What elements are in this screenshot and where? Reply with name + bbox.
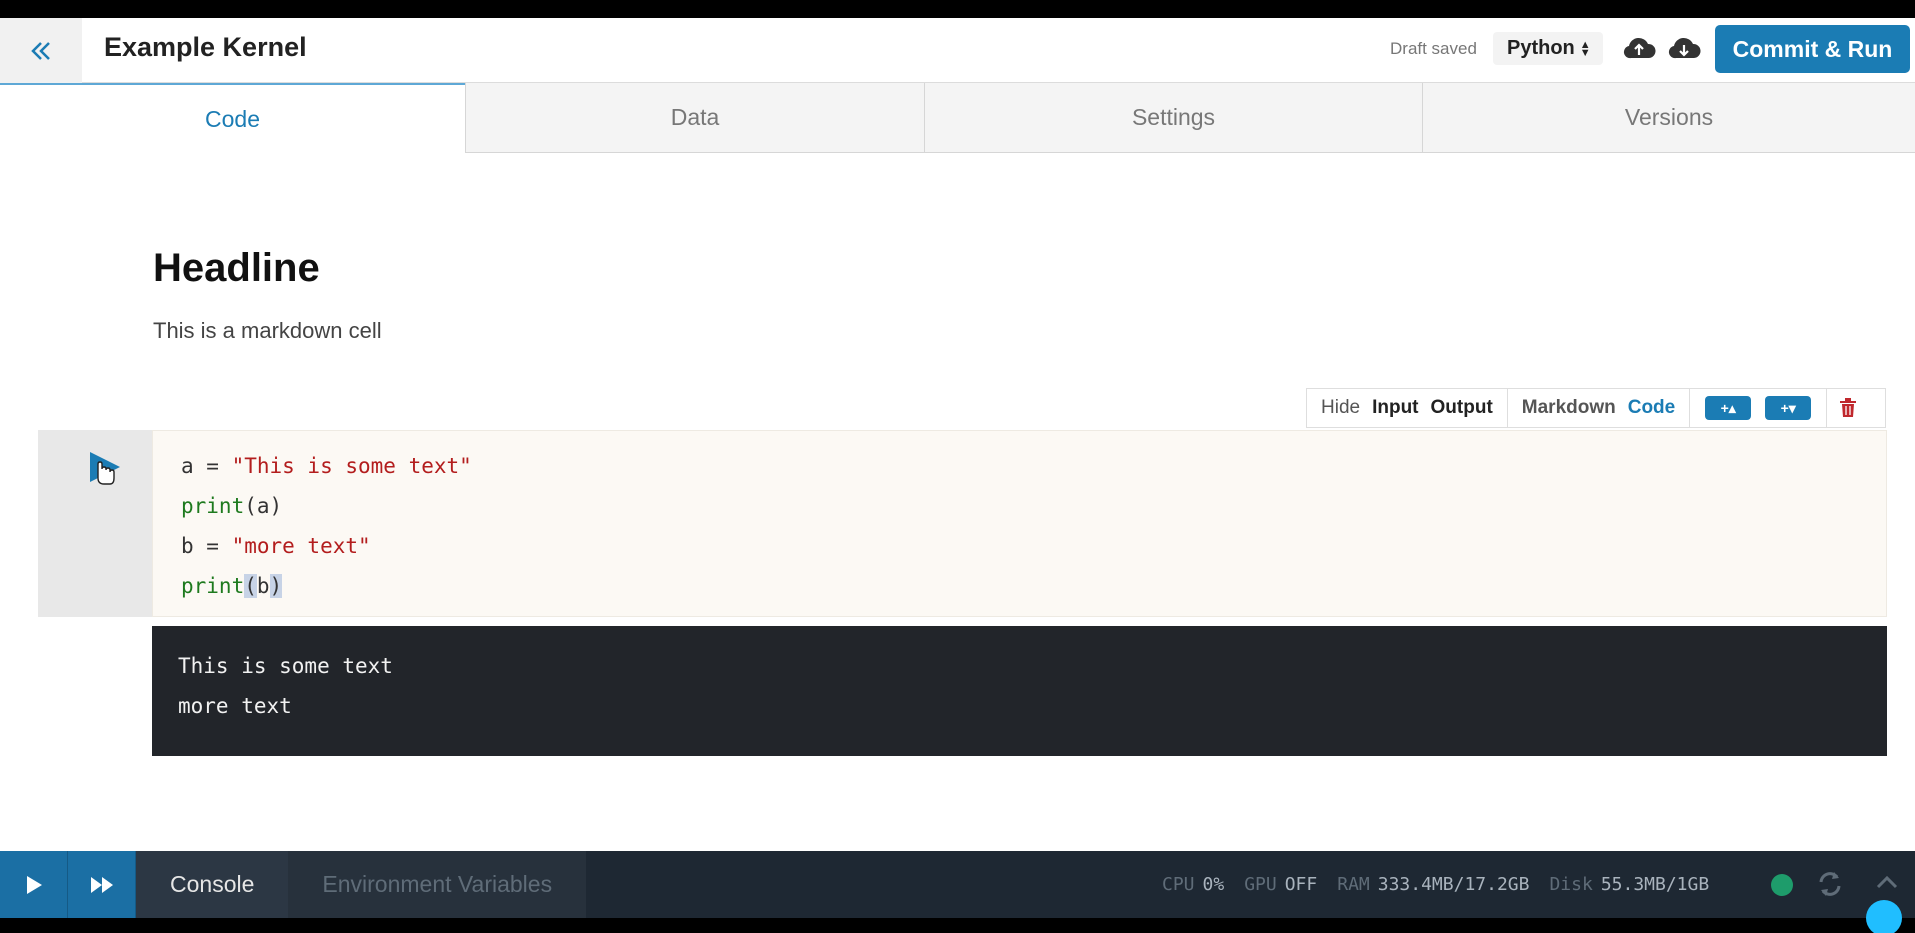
code-line: a = "This is some text"	[181, 446, 1886, 486]
code-string: "This is some text"	[231, 454, 472, 478]
gpu-label: GPU	[1244, 874, 1277, 895]
upload-button[interactable]	[1622, 32, 1656, 62]
markdown-body: This is a markdown cell	[153, 318, 382, 343]
toolbar-divider	[1689, 388, 1691, 428]
sort-arrows-icon: ▲ ▼	[1579, 38, 1591, 59]
restart-session-button[interactable]	[1817, 870, 1843, 903]
tab-code[interactable]: Code	[0, 83, 465, 153]
cell-toolbar: Hide Input Output Markdown Code +▴ +▾	[1306, 388, 1886, 428]
code-token: b	[256, 574, 270, 598]
hide-label: Hide	[1321, 397, 1361, 418]
tab-data[interactable]: Data	[465, 83, 924, 153]
screen-top-border	[0, 0, 1915, 18]
draft-status: Draft saved	[1390, 39, 1477, 58]
session-status-indicator	[1771, 874, 1793, 896]
output-line: more text	[178, 694, 292, 718]
header: Example Kernel Draft saved Python ▲ ▼ Com…	[0, 18, 1915, 83]
download-button[interactable]	[1667, 32, 1701, 62]
cloud-upload-icon	[1623, 37, 1656, 59]
hide-output-button[interactable]: Output	[1425, 397, 1499, 419]
run-cell-button[interactable]	[88, 450, 122, 493]
markdown-headline: Headline	[153, 246, 320, 290]
environment-variables-tab[interactable]: Environment Variables	[288, 851, 587, 918]
tab-versions[interactable]: Versions	[1422, 83, 1915, 153]
code-token: (a)	[244, 494, 283, 518]
editor-tabs: Code Data Settings Versions	[0, 83, 1915, 153]
double-chevron-left-icon	[31, 41, 50, 60]
code-type-button[interactable]: Code	[1622, 397, 1682, 419]
delete-cell-button[interactable]	[1839, 398, 1857, 418]
toolbar-divider	[1826, 388, 1828, 428]
console-tab[interactable]: Console	[136, 851, 289, 918]
code-builtin: print	[181, 574, 245, 598]
language-select[interactable]: Python ▲ ▼	[1493, 32, 1603, 65]
chevron-up-icon	[1876, 875, 1898, 889]
ram-label: RAM	[1337, 874, 1370, 895]
bracket-match: (	[244, 574, 257, 598]
ram-value: 333.4MB/17.2GB	[1377, 874, 1530, 895]
code-line: b = "more text"	[181, 526, 1886, 566]
language-label: Python	[1507, 37, 1575, 59]
run-all-button[interactable]	[68, 851, 136, 918]
code-string: "more text"	[231, 534, 371, 558]
kernel-editor: Example Kernel Draft saved Python ▲ ▼ Com…	[0, 18, 1915, 918]
code-editor[interactable]: a = "This is some text" print(a) b = "mo…	[152, 430, 1887, 617]
disk-label: Disk	[1549, 874, 1593, 895]
output-line: This is some text	[178, 654, 393, 678]
bottom-bar: Console Environment Variables CPU 0% GPU…	[0, 851, 1915, 918]
screen-bottom-border	[0, 918, 1915, 933]
add-cell-above-button[interactable]: +▴	[1705, 396, 1752, 420]
collapse-back-button[interactable]	[0, 18, 82, 83]
code-line: print(a)	[181, 486, 1886, 526]
trash-icon	[1840, 398, 1857, 417]
code-line: print(b)	[181, 566, 1886, 606]
code-token: a =	[181, 454, 232, 478]
code-token: b =	[181, 534, 232, 558]
kaggle-logo-icon	[1866, 900, 1902, 933]
cpu-label: CPU	[1162, 874, 1195, 895]
run-button[interactable]	[0, 851, 68, 918]
cpu-value: 0%	[1202, 874, 1225, 895]
play-icon	[26, 875, 42, 894]
resource-stats: CPU 0% GPU OFF RAM 333.4MB/17.2GB Disk 5…	[1162, 851, 1729, 918]
refresh-icon	[1819, 872, 1841, 896]
expand-panel-button[interactable]	[1875, 873, 1899, 896]
disk-value: 55.3MB/1GB	[1600, 874, 1710, 895]
cell-output: This is some text more text	[152, 626, 1887, 756]
code-builtin: print	[181, 494, 245, 518]
bracket-match: )	[269, 574, 283, 598]
play-icon	[90, 452, 120, 485]
tab-settings[interactable]: Settings	[924, 83, 1422, 153]
toolbar-divider	[1506, 388, 1508, 428]
commit-run-button[interactable]: Commit & Run	[1715, 25, 1910, 73]
add-cell-below-button[interactable]: +▾	[1765, 396, 1812, 420]
cloud-download-icon	[1668, 37, 1701, 59]
fast-forward-icon	[90, 876, 113, 893]
hide-input-button[interactable]: Input	[1366, 397, 1424, 419]
kernel-title[interactable]: Example Kernel	[104, 32, 307, 63]
gpu-value: OFF	[1284, 874, 1318, 895]
markdown-type-button[interactable]: Markdown	[1516, 397, 1622, 419]
